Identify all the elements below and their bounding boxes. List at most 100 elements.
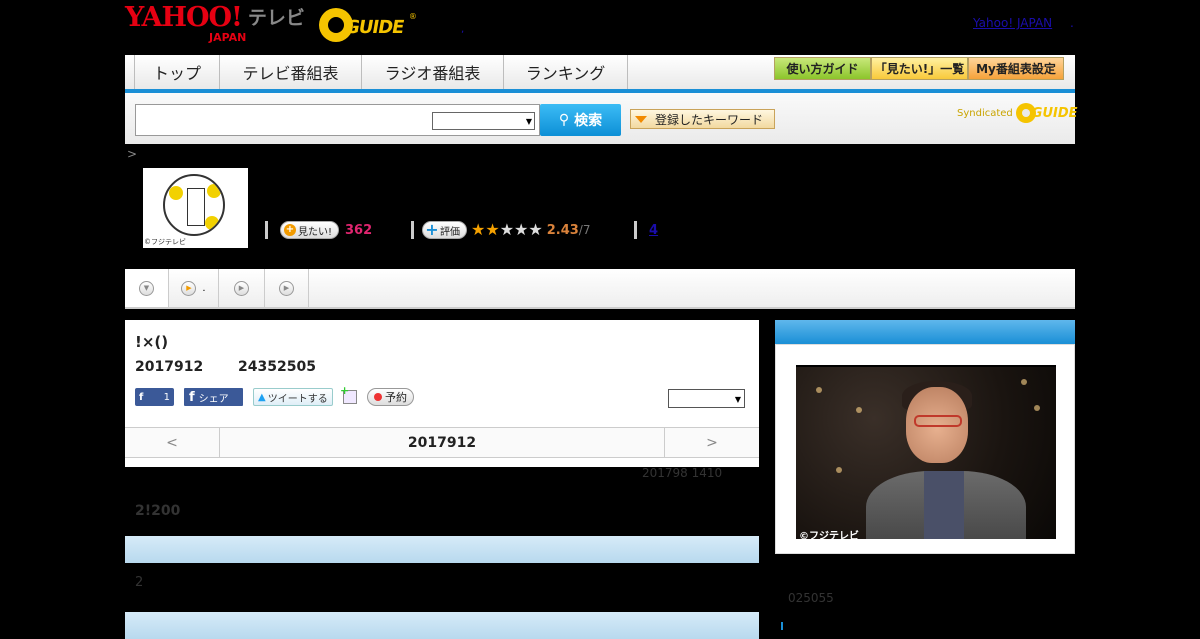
divider: [265, 221, 268, 239]
star-icon: ★: [499, 220, 515, 239]
divider: [411, 221, 414, 239]
program-tabs: ▼ ▶ . ▶ ▶: [125, 269, 1075, 309]
watchlist-button[interactable]: 「見たい!」一覧: [871, 57, 968, 80]
guide-button[interactable]: 使い方ガイド: [774, 57, 871, 80]
search-button[interactable]: ⚲ 検索: [540, 104, 621, 136]
share-bar: f 1 f シェア ▲ ツイートする 予約: [135, 384, 414, 407]
syndicated-gguide-logo: Syndicated GUIDE: [957, 103, 1078, 123]
facebook-icon: f: [189, 389, 195, 405]
yahoo-logo[interactable]: YAHOO! JAPAN: [125, 4, 246, 44]
star-icon: ★: [514, 220, 529, 239]
gguide-logo-text: GUIDE: [343, 17, 406, 38]
search-category-select[interactable]: ▼: [432, 112, 535, 130]
section-header: [125, 612, 759, 639]
program-logo-image: [163, 174, 225, 236]
program-title: !×(): [135, 333, 169, 351]
my-schedule-button[interactable]: My番組表設定: [968, 57, 1064, 80]
tab-episodes-label: .: [202, 282, 206, 294]
yahoo-japan-sub: JAPAN: [209, 31, 247, 44]
play-icon: ▶: [234, 280, 249, 296]
reserve-button[interactable]: 予約: [367, 388, 414, 406]
chevron-down-icon: ▼: [525, 117, 532, 126]
site-logo[interactable]: YAHOO! JAPAN テレビ GUIDE ®: [125, 4, 417, 44]
syndicated-label: Syndicated: [957, 107, 1013, 119]
tab-top[interactable]: トップ: [134, 55, 220, 89]
main-nav: トップ テレビ番組表 ラジオ番組表 ランキング 使い方ガイド 「見たい!」一覧 …: [125, 55, 1075, 93]
divider: [634, 221, 637, 239]
tab-ranking[interactable]: ランキング: [504, 55, 628, 89]
pager-date: 2017912: [407, 434, 477, 451]
rating-value: 2.43: [546, 222, 579, 238]
registered-keywords-label: 登録したキーワード: [655, 112, 764, 127]
header-dot: ,: [461, 24, 465, 35]
review-count-link[interactable]: 4: [649, 223, 658, 238]
facebook-like-count: 1: [163, 391, 170, 403]
tweet-label: ツイートする: [267, 393, 328, 405]
tab-tv-schedule[interactable]: テレビ番組表: [220, 55, 362, 89]
search-icon: ⚲: [558, 112, 570, 128]
plus-icon: +: [425, 220, 439, 239]
registered-mark: ®: [408, 12, 417, 21]
play-icon: ▶: [279, 280, 294, 296]
broadcast-detail-panel: !×() 2017912 24352505 f 1 f シェア ▲ ツイートする…: [125, 320, 759, 467]
tab-details[interactable]: ▶: [219, 269, 265, 307]
rating-stars: ★ ★ ★ ★ ★: [471, 222, 543, 238]
sidebar-accent: [781, 622, 783, 630]
thumbnail-copyright: ©フジテレビ: [144, 238, 186, 246]
registered-keywords-button[interactable]: 登録したキーワード: [630, 109, 775, 129]
facebook-icon: f: [139, 391, 144, 403]
triangle-down-icon: [635, 115, 647, 123]
sidebar-photo-box: ©フジテレビ: [775, 344, 1075, 554]
record-icon: [374, 393, 382, 401]
broadcast-time: 24352505: [238, 359, 316, 375]
want-count: 362: [345, 222, 373, 238]
program-rating: + 評価 ★ ★ ★ ★ ★ 2.43 /7: [411, 220, 590, 240]
sidebar-caption: 025055: [788, 591, 834, 605]
yahoo-japan-link[interactable]: Yahoo! JAPAN: [973, 16, 1052, 30]
tweet-button[interactable]: ▲ ツイートする: [253, 388, 333, 406]
star-icon: ★: [471, 220, 486, 239]
plus-icon: +: [284, 224, 296, 236]
stat-line: 2!200: [135, 503, 181, 519]
date-pager: < 2017912 >: [125, 427, 759, 458]
updated-timestamp: 201798 1410: [642, 466, 723, 480]
next-date-button[interactable]: >: [664, 428, 759, 457]
header-trailing-dot: .: [1070, 16, 1074, 30]
program-photo[interactable]: ©フジテレビ: [796, 355, 1056, 549]
twitter-bird-icon: ▲: [258, 391, 266, 403]
chevron-down-icon: ▼: [139, 280, 154, 296]
tab-reviews[interactable]: ▶: [265, 269, 309, 307]
want-to-watch-button[interactable]: + 見たい!: [280, 221, 340, 239]
star-icon: ★: [528, 220, 543, 239]
tv-logo-text[interactable]: テレビ: [248, 6, 305, 30]
facebook-share-label: シェア: [198, 393, 229, 405]
tab-schedule[interactable]: ▼: [125, 269, 169, 307]
gguide-small-icon: [1015, 103, 1036, 123]
tab-radio-schedule[interactable]: ラジオ番組表: [362, 55, 504, 89]
photo-copyright: ©フジテレビ: [799, 531, 859, 539]
facebook-share-button[interactable]: f シェア: [184, 388, 243, 406]
chevron-down-icon: ▼: [734, 395, 741, 404]
reserve-label: 予約: [385, 391, 407, 404]
rate-button[interactable]: + 評価: [422, 221, 467, 239]
play-icon: ▶: [181, 280, 197, 296]
program-thumbnail: ©フジテレビ: [143, 168, 248, 248]
breadcrumb[interactable]: >: [127, 147, 137, 161]
program-stats: + 見たい! 362: [265, 220, 372, 240]
syndicated-guide-text: GUIDE: [1031, 105, 1078, 121]
add-calendar-icon[interactable]: [340, 384, 357, 404]
sidebar-header: [775, 320, 1075, 344]
search-bar: ▼ ⚲ 検索 登録したキーワード Syndicated GUIDE: [125, 93, 1078, 144]
want-to-watch-label: 見たい!: [298, 226, 333, 238]
star-icon: ★: [485, 220, 500, 239]
rating-max: /7: [578, 223, 591, 237]
gguide-logo[interactable]: GUIDE ®: [318, 8, 417, 42]
facebook-like-button[interactable]: f 1: [135, 388, 174, 406]
options-select[interactable]: ▼: [668, 389, 745, 408]
tab-episodes[interactable]: ▶ .: [169, 269, 219, 307]
section-text: 2: [135, 575, 144, 590]
search-button-label: 検索: [574, 113, 603, 129]
prev-date-button[interactable]: <: [125, 428, 220, 457]
review-count-group: 4: [634, 220, 658, 240]
rate-label: 評価: [440, 226, 460, 238]
